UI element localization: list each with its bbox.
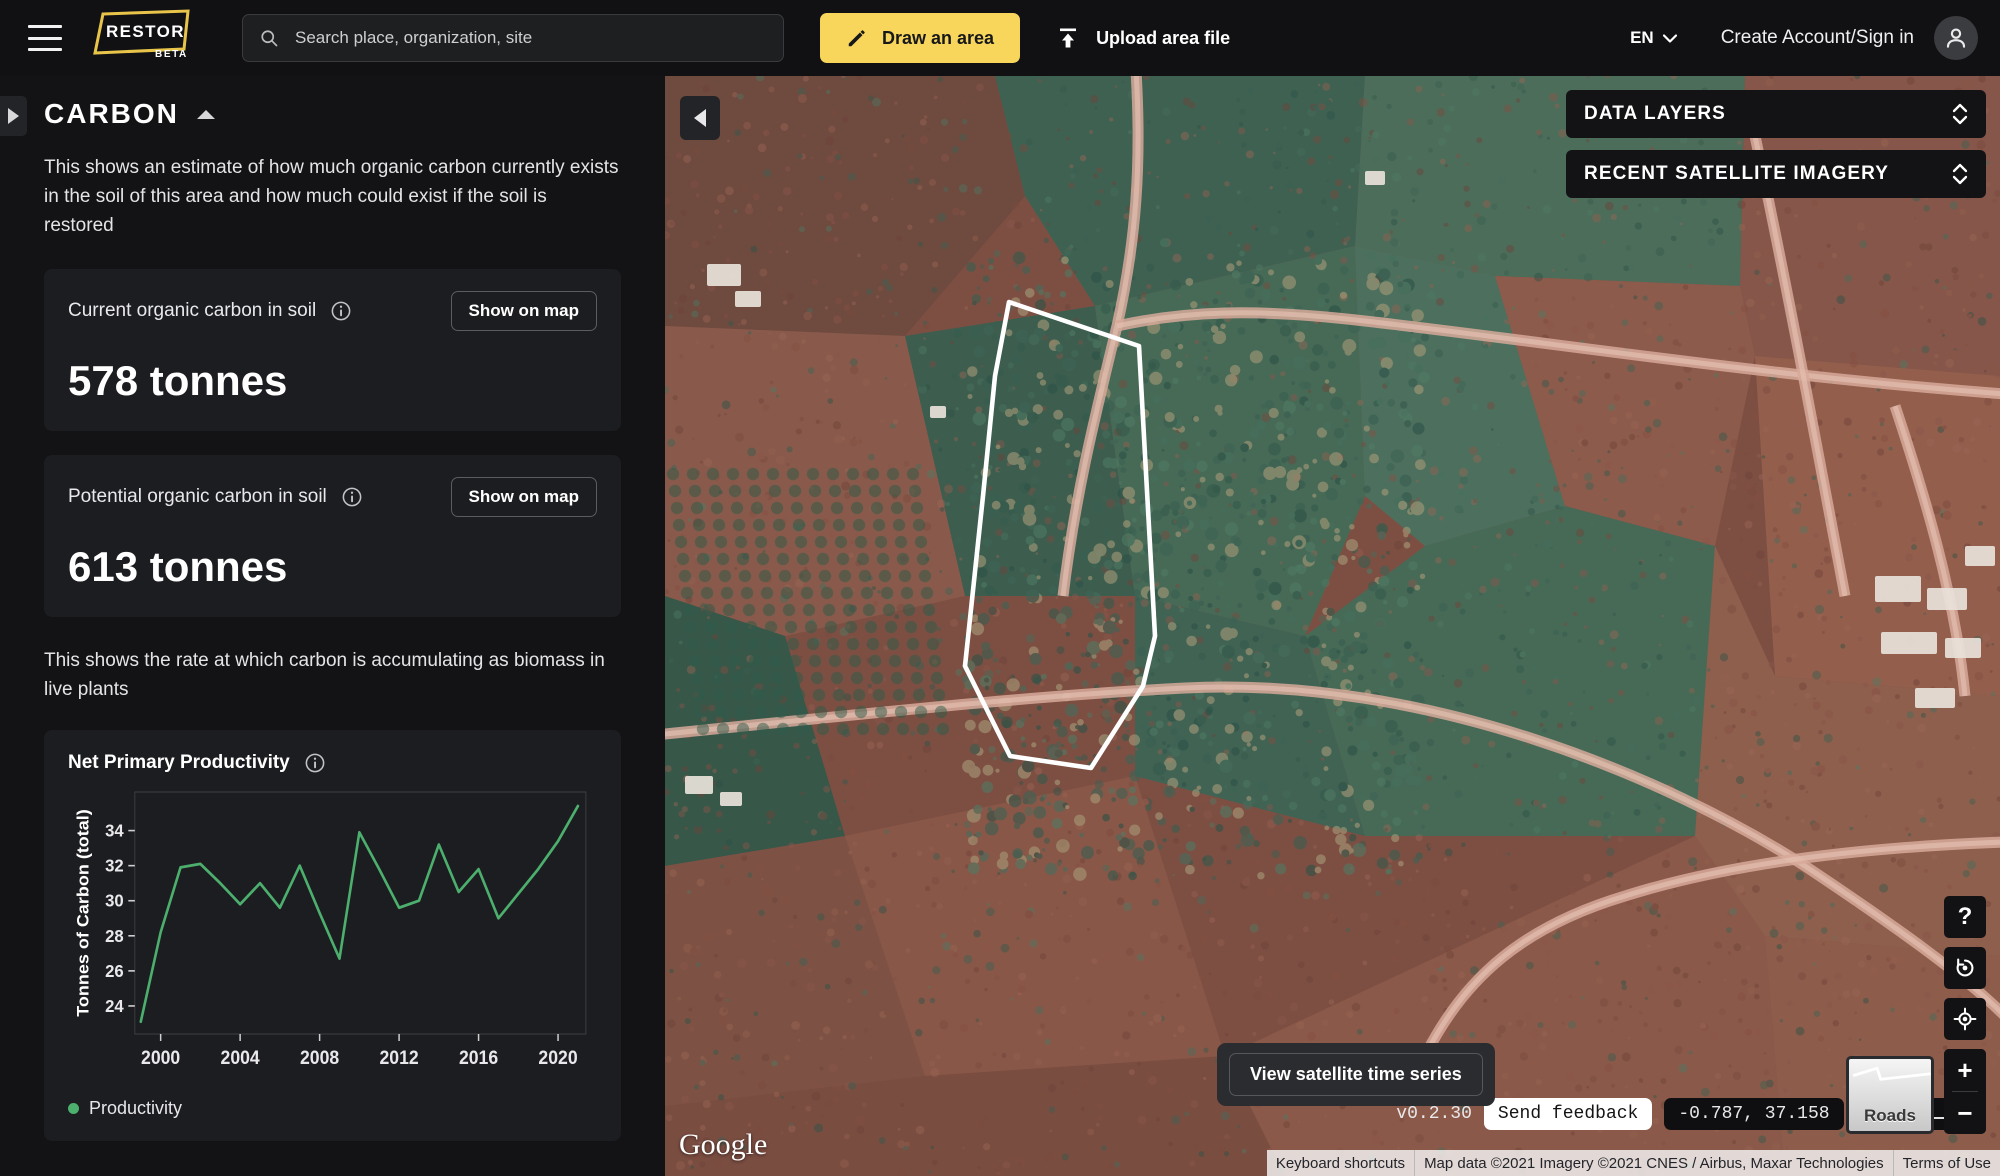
restor-app: RESTOR BETA Search place, organization, … [0,0,2000,1176]
zoom-controls: + − [1944,1049,1986,1134]
metric-card-current-carbon: Current organic carbon in soil Show on m… [44,269,621,431]
basemap-roads-label: Roads [1864,1106,1916,1126]
avatar[interactable] [1934,16,1978,60]
map-panel-collapse-button[interactable] [680,96,720,140]
language-label: EN [1630,28,1654,48]
chart-title: Net Primary Productivity [68,752,290,774]
carbon-section-header[interactable]: CARBON [44,98,621,130]
time-series-tooltip: View satellite time series [1217,1043,1495,1106]
top-header: RESTOR BETA Search place, organization, … [0,0,2000,76]
info-icon[interactable] [341,486,363,508]
x-axis-tick-label: 2012 [379,1047,418,1069]
metric-header: Current organic carbon in soil Show on m… [68,291,597,331]
reset-rotation-icon[interactable] [1944,947,1986,989]
x-axis-tick-label: 2000 [141,1047,180,1069]
logo-beta-badge: BETA [155,49,188,60]
pencil-icon [846,27,868,49]
map-data-attribution: Map data ©2021 Imagery ©2021 CNES / Airb… [1415,1150,1893,1176]
info-icon[interactable] [304,752,326,774]
my-location-glyph [1953,1007,1977,1031]
coordinates-readout: -0.787, 37.158 [1664,1098,1843,1130]
help-icon[interactable]: ? [1944,896,1986,938]
triangle-left-icon [694,109,706,127]
header-right-group: EN Create Account/Sign in [1630,16,1978,60]
person-icon [1943,25,1969,51]
y-axis-tick-label: 28 [105,926,124,947]
x-axis-tick-label: 2004 [221,1047,261,1069]
google-watermark: Google [679,1128,767,1162]
recent-satellite-imagery-panel[interactable]: RECENT SATELLITE IMAGERY [1566,150,1986,198]
metric-card-potential-carbon: Potential organic carbon in soil Show on… [44,455,621,617]
chart-series-line [141,806,578,1022]
upload-area-file-label: Upload area file [1096,28,1230,49]
carbon-description: This shows an estimate of how much organ… [44,154,621,241]
metric-header: Potential organic carbon in soil Show on… [68,477,597,517]
create-account-signin-link[interactable]: Create Account/Sign in [1721,27,1914,49]
chart-header: Net Primary Productivity [68,752,597,774]
sidebar-content: CARBON This shows an estimate of how muc… [0,76,665,1141]
chevron-updown-icon [1952,102,1968,126]
view-satellite-time-series-button[interactable]: View satellite time series [1229,1053,1483,1096]
zoom-out-glyph: − [1957,1100,1972,1126]
reset-rotation-glyph [1953,956,1977,980]
legend-color-swatch [68,1103,79,1114]
carbon-sidebar: CARBON This shows an estimate of how muc… [0,76,665,1176]
my-location-icon[interactable] [1944,998,1986,1040]
metric-label: Potential organic carbon in soil [68,486,327,508]
x-axis-tick-label: 2008 [300,1047,339,1069]
page-title: CARBON [44,98,179,130]
metric-label: Current organic carbon in soil [68,300,316,322]
map-imagery [665,76,2000,1176]
upload-area-file-button[interactable]: Upload area file [1056,13,1230,63]
app-version: v0.2.30 [1396,1104,1472,1124]
hamburger-icon[interactable] [28,25,62,51]
y-axis-title: Tonnes of Carbon (total) [73,810,92,1018]
search-icon [259,28,279,48]
send-feedback-button[interactable]: Send feedback [1484,1098,1652,1130]
y-axis-tick-label: 30 [105,891,124,912]
x-axis-tick-label: 2016 [459,1047,498,1069]
search-input[interactable]: Search place, organization, site [242,14,784,62]
upload-icon [1056,26,1080,50]
map-controls: ? + [1944,896,1986,1134]
terms-of-use-link[interactable]: Terms of Use [1894,1150,2000,1176]
y-axis-tick-label: 34 [105,820,124,841]
language-selector[interactable]: EN [1630,28,1677,48]
triangle-right-icon [8,108,19,124]
restor-logo[interactable]: RESTOR BETA [92,9,204,67]
draw-an-area-label: Draw an area [882,28,994,49]
data-layers-title: DATA LAYERS [1584,103,1726,125]
show-on-map-button[interactable]: Show on map [451,477,598,517]
y-axis-tick-label: 32 [105,855,124,876]
help-glyph: ? [1958,903,1973,931]
keyboard-shortcuts-link[interactable]: Keyboard shortcuts [1267,1150,1414,1176]
zoom-in-icon[interactable]: + [1944,1049,1986,1091]
zoom-out-icon[interactable]: − [1944,1092,1986,1134]
chevron-updown-icon [1952,162,1968,186]
show-on-map-button[interactable]: Show on map [451,291,598,331]
y-axis-tick-label: 26 [105,961,124,982]
basemap-roads-toggle[interactable]: Roads [1846,1056,1934,1134]
x-axis-tick-label: 2020 [538,1047,577,1069]
metric-value: 578 tonnes [68,357,597,405]
npp-chart-card: Net Primary Productivity 24 26 28 30 32 34 200… [44,730,621,1141]
y-axis-tick-label: 24 [105,996,124,1017]
npp-line-chart: 24 26 28 30 32 34 2000 2004 2008 2012 2016 2020 Tonn… [68,784,597,1084]
satellite-map[interactable]: DATA LAYERS RECENT SATELLITE IMAGERY Vie… [665,76,2000,1176]
caret-up-icon[interactable] [197,110,215,119]
draw-an-area-button[interactable]: Draw an area [820,13,1020,63]
data-layers-panel[interactable]: DATA LAYERS [1566,90,1986,138]
metric-value: 613 tonnes [68,543,597,591]
npp-description: This shows the rate at which carbon is a… [44,647,621,705]
legend-label: Productivity [89,1098,182,1119]
npp-chart-svg: 24 26 28 30 32 34 2000 2004 2008 2012 2016 2020 Tonn… [68,784,597,1084]
logo-text: RESTOR [106,22,185,42]
info-icon[interactable] [330,300,352,322]
recent-satellite-imagery-title: RECENT SATELLITE IMAGERY [1584,163,1889,185]
search-placeholder: Search place, organization, site [295,28,532,48]
chevron-down-icon [1663,34,1677,43]
chart-legend: Productivity [68,1098,597,1119]
zoom-in-glyph: + [1957,1057,1972,1083]
sidebar-expand-toggle[interactable] [0,96,27,136]
